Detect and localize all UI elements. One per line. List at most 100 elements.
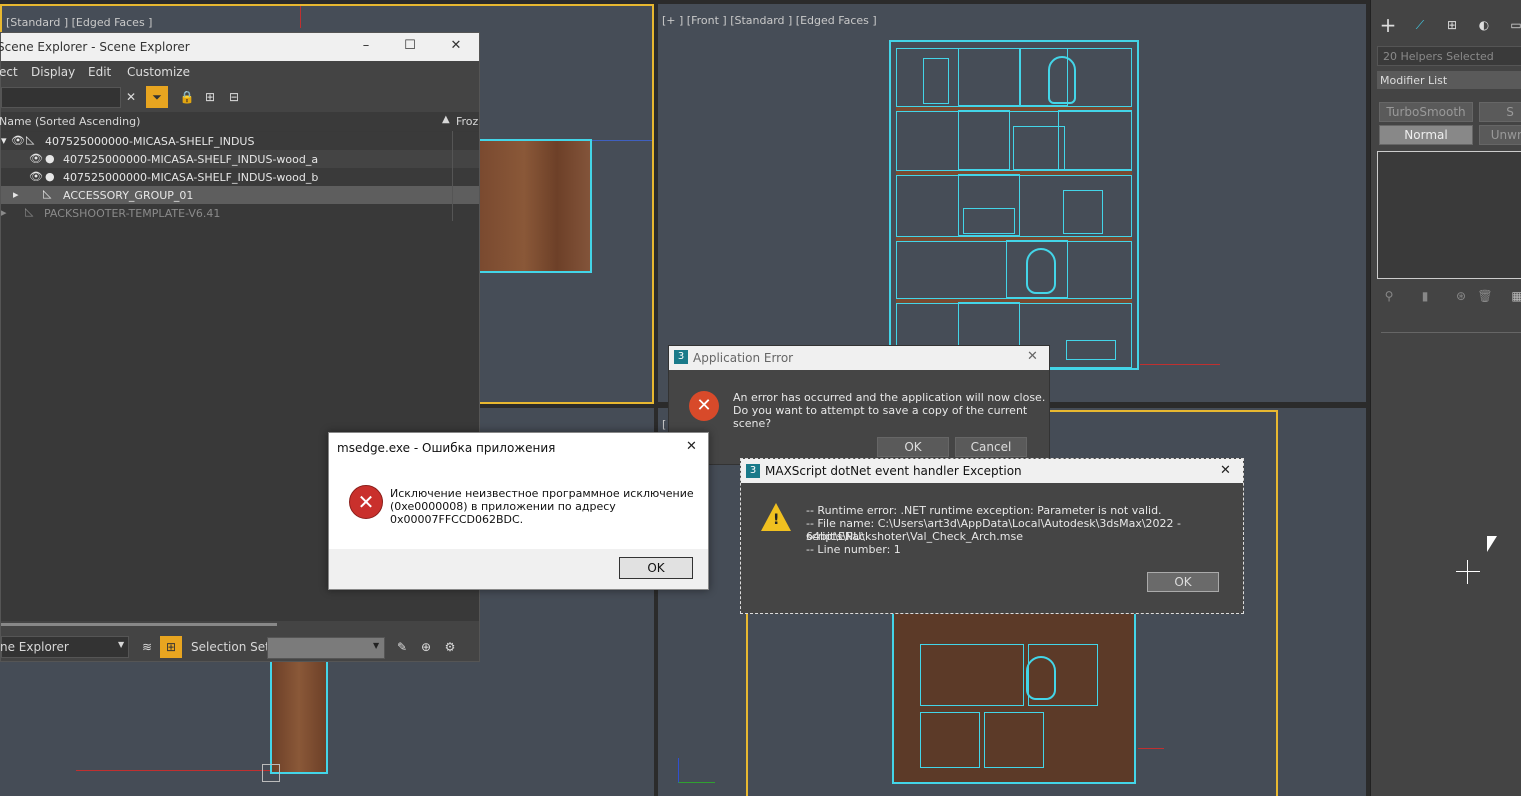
ok-button[interactable]: OK [877, 437, 949, 457]
error-icon: ✕ [349, 485, 383, 519]
cancel-button[interactable]: Cancel [955, 437, 1027, 457]
wood-panel [480, 139, 592, 273]
minimize-icon[interactable]: – [353, 37, 379, 55]
wood-leg [270, 658, 328, 774]
selection-set-dropdown[interactable]: ▼ [267, 637, 385, 659]
tree-row[interactable]: 👁 ● 407525000000-MICASA-SHELF_INDUS-wood… [1, 168, 479, 186]
scene-explorer-title: Scene Explorer - Scene Explorer [0, 40, 190, 54]
tree-row-label: PACKSHOOTER-TEMPLATE-V6.41 [44, 207, 221, 220]
horizontal-scrollbar[interactable] [1, 623, 277, 626]
menu-edit[interactable]: Edit [88, 65, 111, 79]
column-name-header[interactable]: Name (Sorted Ascending) [0, 115, 140, 128]
turbosmooth-button[interactable]: TurboSmooth [1379, 102, 1473, 122]
expand-arrow-icon[interactable]: ▾ [1, 134, 7, 147]
menu-select[interactable]: ect [0, 65, 18, 79]
viewport-label-top-left[interactable]: [Standard ] [Edged Faces ] [6, 16, 152, 29]
explorer-dropdown[interactable]: ne Explorer ▼ [0, 636, 129, 658]
books-object [923, 58, 949, 104]
msedge-error-title: msedge.exe - Ошибка приложения [337, 441, 556, 455]
tree-row-label: ACCESSORY_GROUP_01 [63, 189, 194, 202]
edit-selection-set-icon[interactable]: ✎ [393, 638, 411, 656]
close-icon[interactable]: ✕ [1220, 463, 1231, 478]
ok-button[interactable]: OK [619, 557, 693, 579]
application-error-dialog[interactable]: 3 Application Error ✕ ✕ An error has occ… [668, 345, 1050, 465]
column-divider [452, 131, 453, 221]
make-unique-icon[interactable]: ⊛ [1453, 288, 1469, 304]
ok-button[interactable]: OK [1147, 572, 1219, 592]
error-icon: ✕ [689, 391, 719, 421]
hierarchy-tab-icon[interactable]: ⊞ [1441, 14, 1463, 36]
manage-selection-set-icon[interactable]: ⚙ [441, 638, 459, 656]
msedge-error-line1: Исключение неизвестное программное исклю… [390, 487, 694, 500]
crosshair-icon [262, 764, 280, 782]
shelf-cell [984, 712, 1044, 768]
hierarchy-expand-icon[interactable]: ⊟ [225, 88, 243, 106]
column-frozen-header[interactable]: Froz [456, 115, 478, 128]
object-name-field[interactable]: 20 Helpers Selected [1377, 46, 1521, 66]
msedge-error-dialog[interactable]: msedge.exe - Ошибка приложения ✕ ✕ Исклю… [328, 432, 709, 590]
maxscript-error-line1: -- Runtime error: .NET runtime exception… [806, 504, 1162, 517]
expand-arrow-icon[interactable]: ▸ [13, 188, 19, 201]
helper-icon: ◺ [25, 205, 34, 218]
shelf-cell [1058, 110, 1132, 170]
search-input[interactable] [1, 87, 121, 108]
normal-button[interactable]: Normal [1379, 125, 1473, 145]
create-tab-icon[interactable]: + [1377, 13, 1399, 37]
modifier-list-dropdown[interactable]: Modifier List [1377, 71, 1521, 89]
pin-stack-icon[interactable]: ⚲ [1381, 288, 1397, 304]
helpers-selected-text: 20 Helpers Selected [1383, 50, 1494, 63]
scene-explorer-titlebar[interactable]: Scene Explorer - Scene Explorer – ☐ ✕ [0, 33, 479, 61]
mouse-cursor-icon [1487, 536, 1497, 552]
close-icon[interactable]: ✕ [686, 439, 697, 454]
helper-icon: ◺ [26, 133, 35, 146]
viewport-front[interactable]: [+ ] [Front ] [Standard ] [Edged Faces ] [658, 4, 1366, 402]
maxscript-error-titlebar[interactable]: 3 MAXScript dotNet event handler Excepti… [741, 459, 1243, 483]
viewport-label-bottom-right[interactable]: [ [662, 418, 666, 431]
application-error-line2: Do you want to attempt to save a copy of… [733, 404, 1028, 430]
close-icon[interactable]: ✕ [443, 37, 469, 55]
add-selection-set-icon[interactable]: ⊕ [417, 638, 435, 656]
filter-icon[interactable]: ⏷ [146, 86, 168, 108]
modifier-stack[interactable] [1377, 151, 1521, 279]
red-axis-line [1138, 748, 1164, 749]
eye-icon[interactable]: 👁 [29, 152, 43, 165]
menu-display[interactable]: Display [31, 65, 75, 79]
vase-object [1026, 656, 1056, 700]
msedge-error-titlebar[interactable]: msedge.exe - Ошибка приложения ✕ [329, 433, 708, 463]
delete-modifier-icon[interactable]: 🗑 [1477, 288, 1493, 304]
unwrap-button[interactable]: Unwra [1479, 125, 1521, 145]
eye-icon[interactable]: 👁 [29, 170, 43, 183]
maximize-icon[interactable]: ☐ [397, 37, 423, 55]
application-error-title: Application Error [693, 351, 794, 365]
box-object [963, 208, 1015, 234]
tree-row[interactable]: ▸ ◺ PACKSHOOTER-TEMPLATE-V6.41 [1, 204, 479, 222]
blue-axis-line [592, 140, 652, 141]
show-end-result-icon[interactable]: ▮ [1417, 288, 1433, 304]
maxscript-error-dialog[interactable]: 3 MAXScript dotNet event handler Excepti… [740, 458, 1244, 614]
modify-tab-icon[interactable]: ⟋ [1409, 14, 1431, 36]
tree-row[interactable]: ▸ ◺ ACCESSORY_GROUP_01 [1, 186, 479, 204]
hierarchy-view-icon[interactable]: ⊞ [160, 636, 182, 658]
scene-explorer-toolbar: ✕ ⏷ 🔒 ⊞ ⊟ [1, 83, 479, 111]
application-error-line1: An error has occurred and the applicatio… [733, 391, 1046, 404]
clear-search-icon[interactable]: ✕ [122, 88, 140, 106]
display-tab-icon[interactable]: ▭ [1505, 14, 1521, 36]
motion-tab-icon[interactable]: ◐ [1473, 14, 1495, 36]
red-axis-line [300, 6, 301, 28]
msedge-error-line3: 0x00007FFCCD062BDC. [390, 513, 524, 526]
tree-row[interactable]: ▾ 👁 ◺ 407525000000-MICASA-SHELF_INDUS [1, 132, 479, 150]
expand-arrow-icon[interactable]: ▸ [1, 206, 7, 219]
modifier-button-s[interactable]: S [1479, 102, 1521, 122]
viewport-label-front[interactable]: [+ ] [Front ] [Standard ] [Edged Faces ] [662, 14, 877, 27]
lock-icon[interactable]: 🔒 [178, 88, 196, 106]
close-icon[interactable]: ✕ [1027, 349, 1038, 364]
modifier-list-label: Modifier List [1380, 74, 1448, 87]
configure-sets-icon[interactable]: ▦ [1509, 288, 1521, 304]
scene-explorer-statusbar: ne Explorer ▼ ≋ ⊞ Selection Set: ▼ ✎ ⊕ ⚙ [0, 633, 479, 661]
tree-row[interactable]: 👁 ● 407525000000-MICASA-SHELF_INDUS-wood… [1, 150, 479, 168]
layers-icon[interactable]: ≋ [137, 637, 157, 657]
eye-icon[interactable]: 👁 [11, 134, 25, 147]
menu-customize[interactable]: Customize [127, 65, 190, 79]
application-error-titlebar[interactable]: 3 Application Error ✕ [669, 346, 1049, 370]
hierarchy-icon[interactable]: ⊞ [201, 88, 219, 106]
